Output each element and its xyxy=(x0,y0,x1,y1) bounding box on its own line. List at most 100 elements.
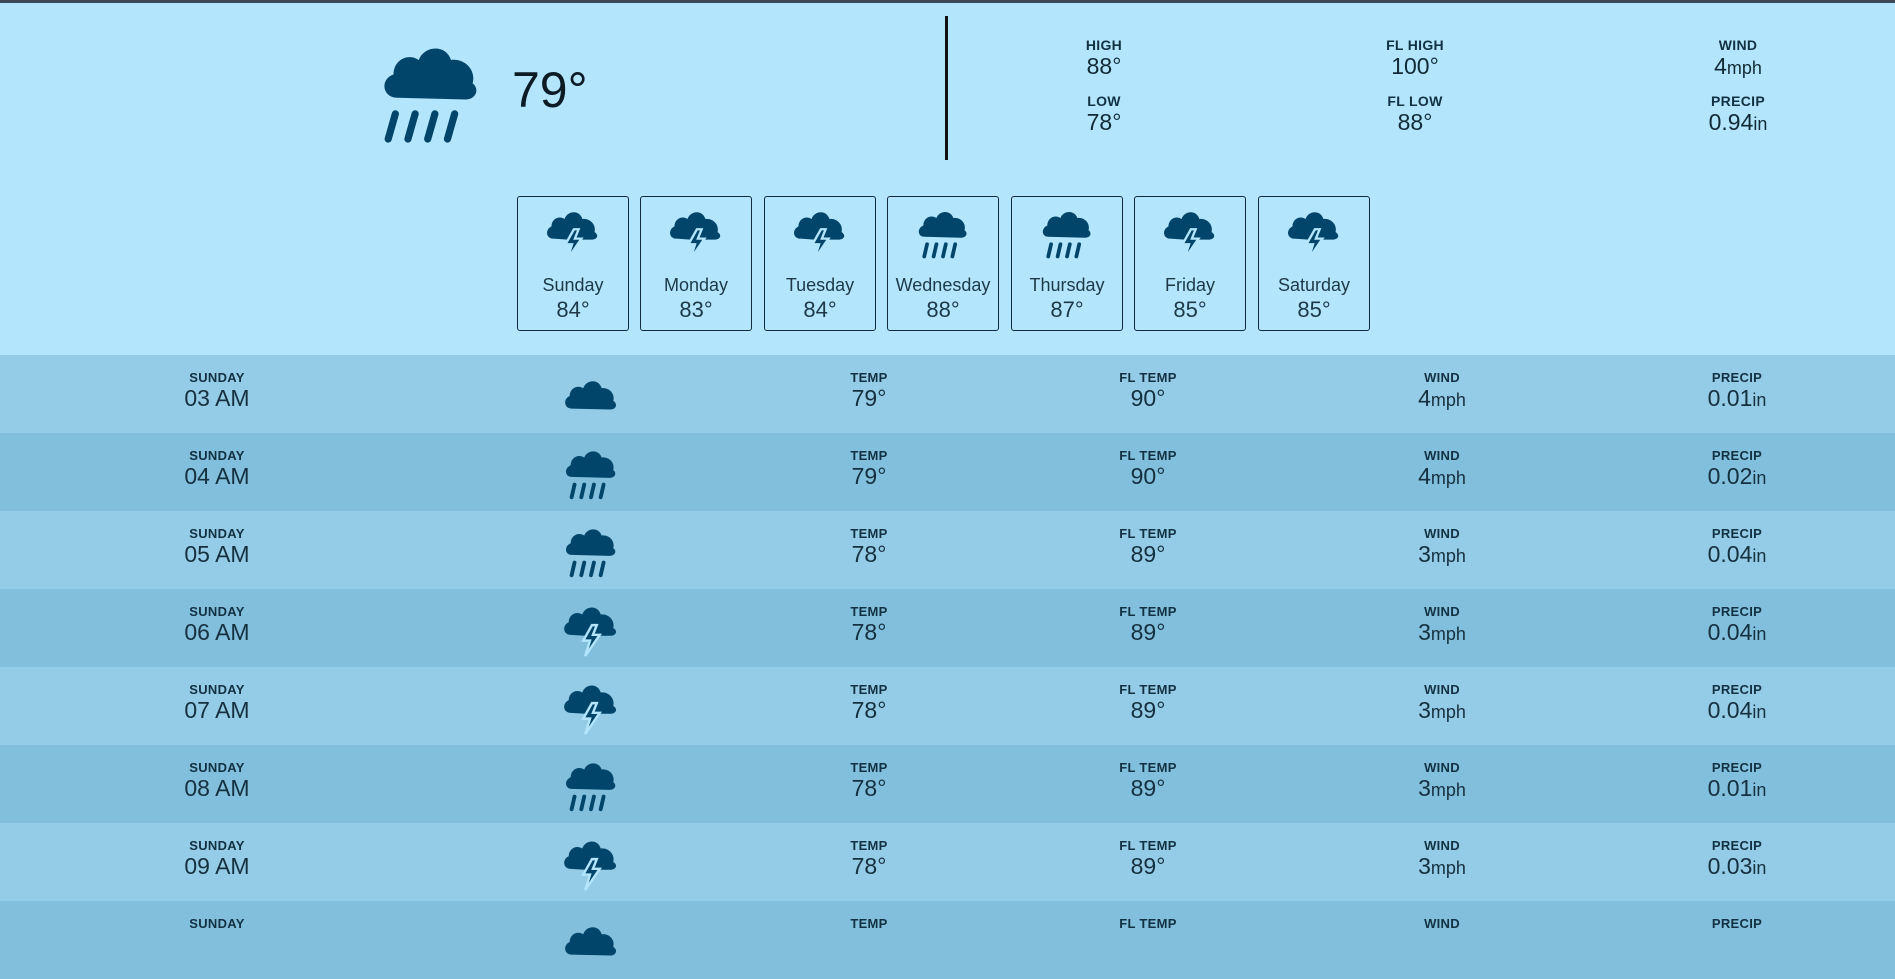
fl-temp-label: FL TEMP xyxy=(1119,604,1177,619)
hour-precip: 0.01in xyxy=(1657,385,1817,413)
hour-fl-temp-cell: FL TEMP 89° xyxy=(1068,760,1228,802)
hour-temp: 78° xyxy=(851,541,887,567)
day-card[interactable]: Sunday 84° xyxy=(517,196,629,331)
hour-temp-cell: TEMP 78° xyxy=(789,604,949,646)
hour-fl-temp-cell: FL TEMP 90° xyxy=(1068,371,1228,412)
temp-label: TEMP xyxy=(850,604,888,619)
hour-precip: 0.04in xyxy=(1657,697,1817,725)
cloud-rain-icon xyxy=(566,763,616,812)
hour-time: 07 AM xyxy=(184,697,250,723)
hour-fl-temp-cell: FL TEMP 90° xyxy=(1068,448,1228,490)
hour-precip-number: 0.04 xyxy=(1707,697,1753,723)
fl-temp-label: FL TEMP xyxy=(1119,448,1177,463)
hour-wind: 4mph xyxy=(1362,385,1522,413)
hour-time-cell: SUNDAY 07 AM xyxy=(137,683,297,724)
hour-time-cell: SUNDAY 08 AM xyxy=(137,760,297,802)
day-card[interactable]: Monday 83° xyxy=(640,196,752,331)
hour-fl-temp: 89° xyxy=(1130,541,1166,567)
hour-wind-cell: WIND 3mph xyxy=(1362,683,1522,725)
hour-wind-cell: WIND 3mph xyxy=(1362,527,1522,569)
hour-temp-cell: TEMP 79° xyxy=(789,371,949,412)
hour-row: SUNDAY TEMP FL TEMP WIND PRECIP xyxy=(0,901,1895,979)
hour-time-cell: SUNDAY 06 AM xyxy=(137,604,297,646)
wind-label: WIND xyxy=(1424,370,1460,385)
hour-temp: 79° xyxy=(851,385,887,411)
hour-temp: 78° xyxy=(851,853,887,879)
hour-day: SUNDAY xyxy=(189,604,245,619)
hour-precip-number: 0.04 xyxy=(1707,541,1753,567)
fl-high-label: FL HIGH xyxy=(1386,37,1444,53)
wind-unit: mph xyxy=(1430,702,1466,722)
day-name: Friday xyxy=(1164,275,1215,295)
low-value: 78° xyxy=(1086,109,1122,135)
temp-label: TEMP xyxy=(850,526,888,541)
hour-day: SUNDAY xyxy=(189,370,245,385)
hour-precip-cell: PRECIP 0.03in xyxy=(1657,839,1817,881)
day-card[interactable]: Wednesday 88° xyxy=(887,196,999,331)
hour-temp: 78° xyxy=(851,697,887,723)
cloud-rain-icon xyxy=(566,529,616,578)
wind-unit: mph xyxy=(1430,858,1466,878)
hour-precip-cell: PRECIP 0.01in xyxy=(1657,761,1817,803)
fl-temp-label: FL TEMP xyxy=(1119,916,1177,931)
precip-label: PRECIP xyxy=(1711,682,1763,697)
hour-wind-cell: WIND xyxy=(1362,917,1522,931)
hour-wind: 3mph xyxy=(1362,541,1522,569)
hour-day: SUNDAY xyxy=(189,526,245,541)
hour-row: SUNDAY 06 AM TEMP 78° FL TEMP 89° WIND 3mph PREC… xyxy=(0,589,1895,667)
day-name: Monday xyxy=(663,275,729,295)
fl-temp-label: FL TEMP xyxy=(1119,682,1177,697)
precip-label: PRECIP xyxy=(1711,604,1763,619)
hour-precip: 0.03in xyxy=(1657,853,1817,881)
hour-wind: 3mph xyxy=(1362,697,1522,725)
wind-label: WIND xyxy=(1424,448,1460,463)
hourly-forecast: SUNDAY 03 AM TEMP 79° FL TEMP 90° WIND 4mph PREC… xyxy=(0,355,1895,979)
fl-temp-label: FL TEMP xyxy=(1119,760,1177,775)
fl-high-value: 100° xyxy=(1391,53,1439,79)
precip-unit: in xyxy=(1752,390,1767,410)
hour-temp-cell: TEMP 79° xyxy=(789,448,949,490)
wind-unit: mph xyxy=(1430,546,1466,566)
hour-fl-temp: 90° xyxy=(1130,463,1166,489)
temp-label: TEMP xyxy=(850,916,888,931)
day-temp: 87° xyxy=(1050,297,1084,322)
day-temp: 83° xyxy=(679,297,713,322)
precip-label: PRECIP xyxy=(1711,93,1765,109)
hour-time-cell: SUNDAY 09 AM xyxy=(137,839,297,880)
wind-unit: mph xyxy=(1430,624,1466,644)
precip-unit: in xyxy=(1752,780,1767,800)
hour-precip-number: 0.04 xyxy=(1707,619,1753,645)
precip-value: 0.94in xyxy=(1658,109,1818,137)
day-temp: 84° xyxy=(556,297,590,322)
precip-unit: in xyxy=(1752,858,1767,878)
fl-low-value: 88° xyxy=(1397,109,1433,135)
day-card[interactable]: Friday 85° xyxy=(1134,196,1246,331)
hour-temp: 79° xyxy=(851,463,887,489)
hour-precip: 0.04in xyxy=(1657,541,1817,569)
day-card[interactable]: Tuesday 84° xyxy=(764,196,876,331)
day-card[interactable]: Thursday 87° xyxy=(1011,196,1123,331)
wind-stat: WIND 4mph xyxy=(1658,37,1818,81)
day-card[interactable]: Saturday 85° xyxy=(1258,196,1370,331)
low-stat: LOW 78° xyxy=(1024,93,1184,135)
hour-precip-number: 0.03 xyxy=(1707,853,1753,879)
hour-fl-temp: 89° xyxy=(1130,619,1166,645)
hour-temp-cell: TEMP 78° xyxy=(789,683,949,724)
hour-temp-cell: TEMP 78° xyxy=(789,839,949,880)
hour-wind: 3mph xyxy=(1362,619,1522,647)
cloud-rain-icon xyxy=(384,48,477,143)
wind-label: WIND xyxy=(1424,526,1460,541)
hour-time: 08 AM xyxy=(184,775,250,801)
day-name: Saturday xyxy=(1277,275,1351,295)
thunderstorm-icon xyxy=(1288,212,1339,260)
hour-row: SUNDAY 03 AM TEMP 79° FL TEMP 90° WIND 4mph PREC… xyxy=(0,355,1895,433)
hour-wind-number: 3 xyxy=(1418,541,1431,567)
hour-precip: 0.01in xyxy=(1657,775,1817,803)
fl-low-stat: FL LOW 88° xyxy=(1335,93,1495,135)
hour-day: SUNDAY xyxy=(189,760,245,775)
hour-temp-cell: TEMP 78° xyxy=(789,526,949,568)
wind-label: WIND xyxy=(1424,838,1460,853)
day-temp: 88° xyxy=(926,297,960,322)
temp-label: TEMP xyxy=(850,448,888,463)
day-name: Sunday xyxy=(542,275,604,295)
